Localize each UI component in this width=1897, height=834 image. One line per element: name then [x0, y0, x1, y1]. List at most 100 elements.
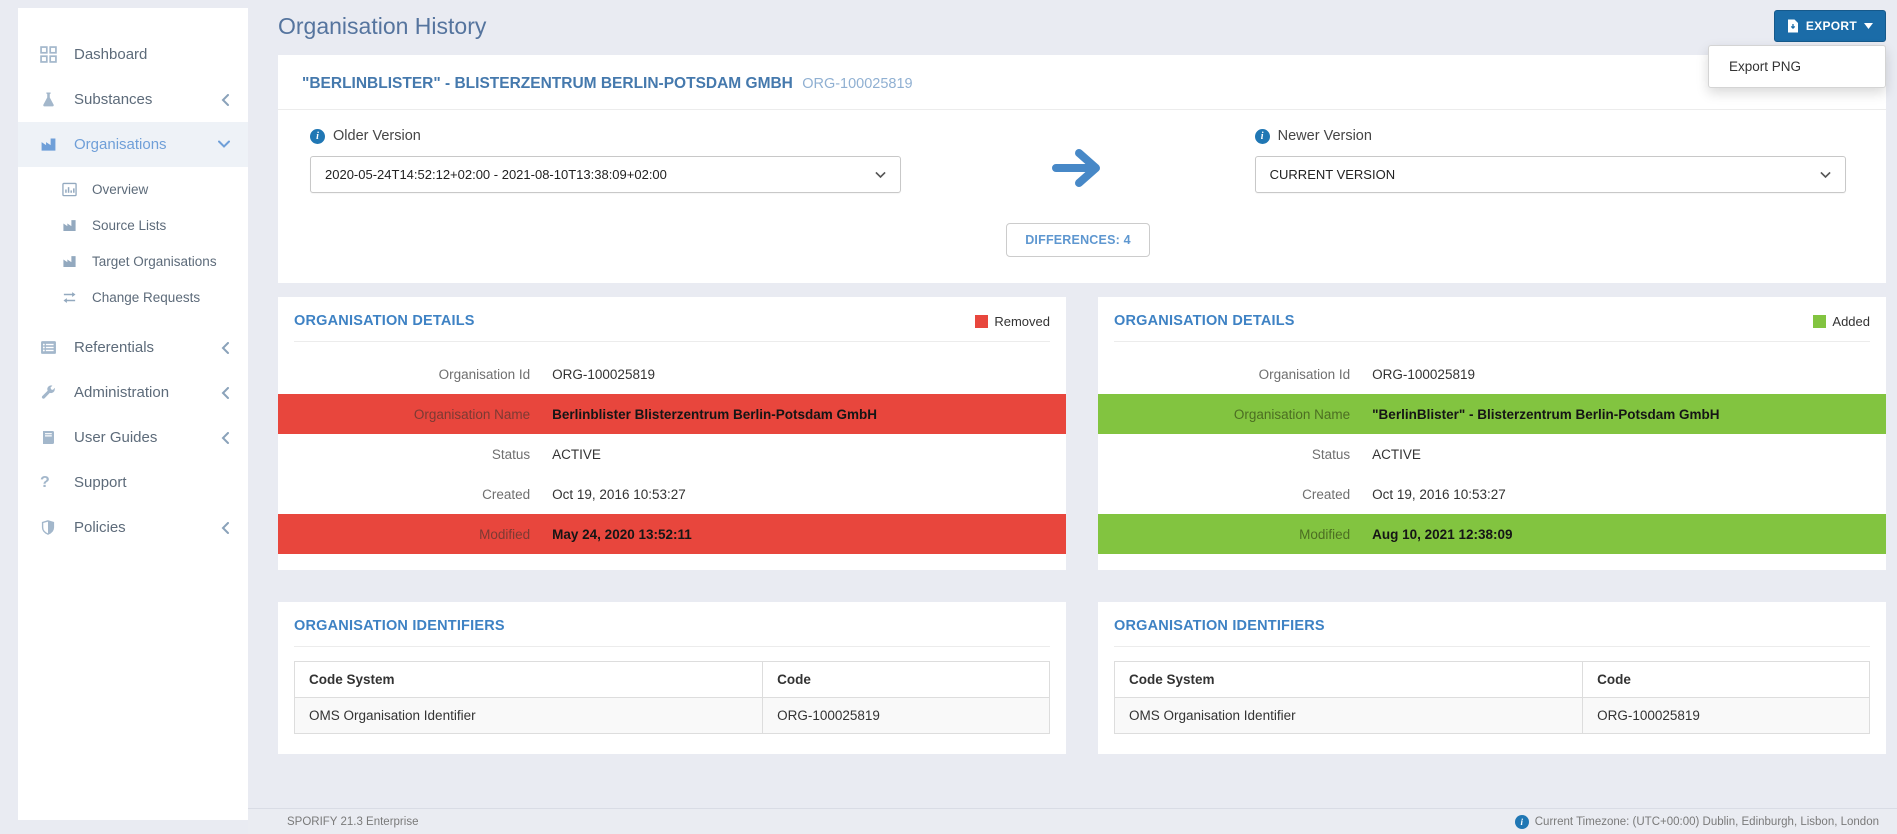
panel-title: ORGANISATION DETAILS — [1114, 313, 1295, 329]
detail-row-added: Organisation Name "BerlinBlister" - Blis… — [1098, 394, 1886, 434]
info-icon: i — [310, 129, 325, 144]
export-button[interactable]: EXPORT — [1774, 10, 1886, 42]
detail-label: Organisation Name — [1098, 407, 1350, 422]
sidebar-item-user-guides[interactable]: User Guides — [18, 415, 248, 460]
sidebar-item-label: Change Requests — [92, 290, 200, 305]
footer: SPORIFY 21.3 Enterprise i Current Timezo… — [248, 808, 1897, 834]
sidebar-item-label: User Guides — [74, 429, 157, 446]
organisation-id: ORG-100025819 — [802, 76, 912, 92]
sidebar-item-label: Overview — [92, 182, 148, 197]
detail-label: Organisation Name — [278, 407, 530, 422]
detail-row-removed: Modified May 24, 2020 13:52:11 — [278, 514, 1066, 554]
sidebar-item-change-requests[interactable]: Change Requests — [18, 279, 248, 315]
differences-badge[interactable]: DIFFERENCES: 4 — [1006, 223, 1150, 257]
detail-row-added: Modified Aug 10, 2021 12:38:09 — [1098, 514, 1886, 554]
detail-value: ACTIVE — [530, 447, 601, 462]
arrow-right-icon — [1051, 146, 1105, 195]
sidebar-item-administration[interactable]: Administration — [18, 370, 248, 415]
panel-title: ORGANISATION IDENTIFIERS — [294, 618, 505, 634]
main-content: Organisation History EXPORT Export PNG "… — [278, 0, 1886, 786]
page-header: Organisation History EXPORT Export PNG — [278, 0, 1886, 55]
newer-version-label: Newer Version — [1278, 128, 1372, 144]
list-icon — [40, 339, 66, 356]
sidebar-item-target-organisations[interactable]: Target Organisations — [18, 243, 248, 279]
sidebar-item-label: Policies — [74, 519, 126, 536]
detail-value: May 24, 2020 13:52:11 — [530, 527, 692, 542]
sidebar-item-source-lists[interactable]: Source Lists — [18, 207, 248, 243]
chevron-down-icon — [1820, 171, 1831, 179]
chevron-left-icon — [221, 94, 230, 106]
detail-row-removed: Organisation Name Berlinblister Blisterz… — [278, 394, 1066, 434]
newer-version-select[interactable]: CURRENT VERSION — [1255, 156, 1846, 193]
export-button-label: EXPORT — [1806, 19, 1857, 33]
detail-label: Created — [278, 487, 530, 502]
app-version: SPORIFY 21.3 Enterprise — [287, 816, 418, 828]
sidebar-item-label: Substances — [74, 91, 152, 108]
compare-middle-column: DIFFERENCES: 4 — [901, 128, 1254, 257]
page-title: Organisation History — [278, 13, 486, 40]
detail-value: ACTIVE — [1350, 447, 1421, 462]
chevron-left-icon — [221, 387, 230, 399]
export-png-menu-item[interactable]: Export PNG — [1709, 51, 1885, 82]
sidebar-item-label: Support — [74, 474, 127, 491]
detail-label: Status — [278, 447, 530, 462]
detail-value: "BerlinBlister" - Blisterzentrum Berlin-… — [1350, 407, 1719, 422]
older-version-select[interactable]: 2020-05-24T14:52:12+02:00 - 2021-08-10T1… — [310, 156, 901, 193]
removed-legend-label: Removed — [994, 314, 1050, 329]
detail-label: Created — [1098, 487, 1350, 502]
cell-code: ORG-100025819 — [763, 698, 1050, 734]
book-icon — [40, 429, 66, 446]
sidebar-item-label: Source Lists — [92, 218, 166, 233]
sidebar-item-dashboard[interactable]: Dashboard — [18, 32, 248, 77]
column-header-code: Code — [763, 662, 1050, 698]
chevron-left-icon — [221, 432, 230, 444]
older-version-column: i Older Version 2020-05-24T14:52:12+02:0… — [310, 128, 901, 257]
sidebar-item-label: Dashboard — [74, 46, 147, 63]
detail-row: Status ACTIVE — [278, 434, 1066, 474]
detail-label: Organisation Id — [1098, 367, 1350, 382]
organisations-submenu: Overview Source Lists Target Organisatio… — [18, 171, 248, 315]
detail-row: Created Oct 19, 2016 10:53:27 — [1098, 474, 1886, 514]
chevron-down-icon — [218, 140, 230, 149]
detail-row: Organisation Id ORG-100025819 — [278, 354, 1066, 394]
info-icon: i — [1255, 129, 1270, 144]
older-version-label: Older Version — [333, 128, 421, 144]
table-row: OMS Organisation Identifier ORG-10002581… — [295, 698, 1050, 734]
sidebar-item-organisations[interactable]: Organisations — [18, 122, 248, 167]
sidebar-item-support[interactable]: ? Support — [18, 460, 248, 505]
newer-version-value: CURRENT VERSION — [1270, 167, 1395, 182]
detail-label: Status — [1098, 447, 1350, 462]
chevron-down-icon — [875, 171, 886, 179]
cell-code: ORG-100025819 — [1583, 698, 1870, 734]
removed-swatch — [975, 315, 988, 328]
bar-chart-icon — [62, 182, 84, 197]
sidebar-item-referentials[interactable]: Referentials — [18, 325, 248, 370]
info-icon: i — [1515, 815, 1529, 829]
detail-value: Oct 19, 2016 10:53:27 — [1350, 487, 1506, 502]
chevron-left-icon — [221, 342, 230, 354]
factory-icon — [62, 218, 84, 233]
sidebar-item-policies[interactable]: Policies — [18, 505, 248, 550]
organisation-name: "BERLINBLISTER" - BLISTERZENTRUM BERLIN-… — [302, 75, 793, 92]
organisation-details-panel-old: ORGANISATION DETAILS Removed Organisatio… — [278, 297, 1066, 570]
detail-value: Oct 19, 2016 10:53:27 — [530, 487, 686, 502]
sidebar-item-substances[interactable]: Substances — [18, 77, 248, 122]
detail-value: Aug 10, 2021 12:38:09 — [1350, 527, 1512, 542]
question-mark-icon: ? — [40, 474, 66, 492]
dashboard-icon — [40, 46, 66, 63]
column-header-code: Code — [1583, 662, 1870, 698]
detail-value: ORG-100025819 — [530, 367, 655, 382]
detail-label: Modified — [278, 527, 530, 542]
sidebar-item-overview[interactable]: Overview — [18, 171, 248, 207]
chevron-left-icon — [221, 522, 230, 534]
export-dropdown-menu: Export PNG — [1708, 45, 1886, 88]
cell-code-system: OMS Organisation Identifier — [1115, 698, 1583, 734]
version-compare-card: "BERLINBLISTER" - BLISTERZENTRUM BERLIN-… — [278, 55, 1886, 283]
identifiers-table: Code System Code OMS Organisation Identi… — [294, 661, 1050, 734]
flask-icon — [40, 91, 66, 108]
panel-title: ORGANISATION IDENTIFIERS — [1114, 618, 1325, 634]
sidebar-item-label: Target Organisations — [92, 254, 217, 269]
shield-icon — [40, 519, 66, 536]
sidebar-item-label: Referentials — [74, 339, 154, 356]
detail-value: ORG-100025819 — [1350, 367, 1475, 382]
